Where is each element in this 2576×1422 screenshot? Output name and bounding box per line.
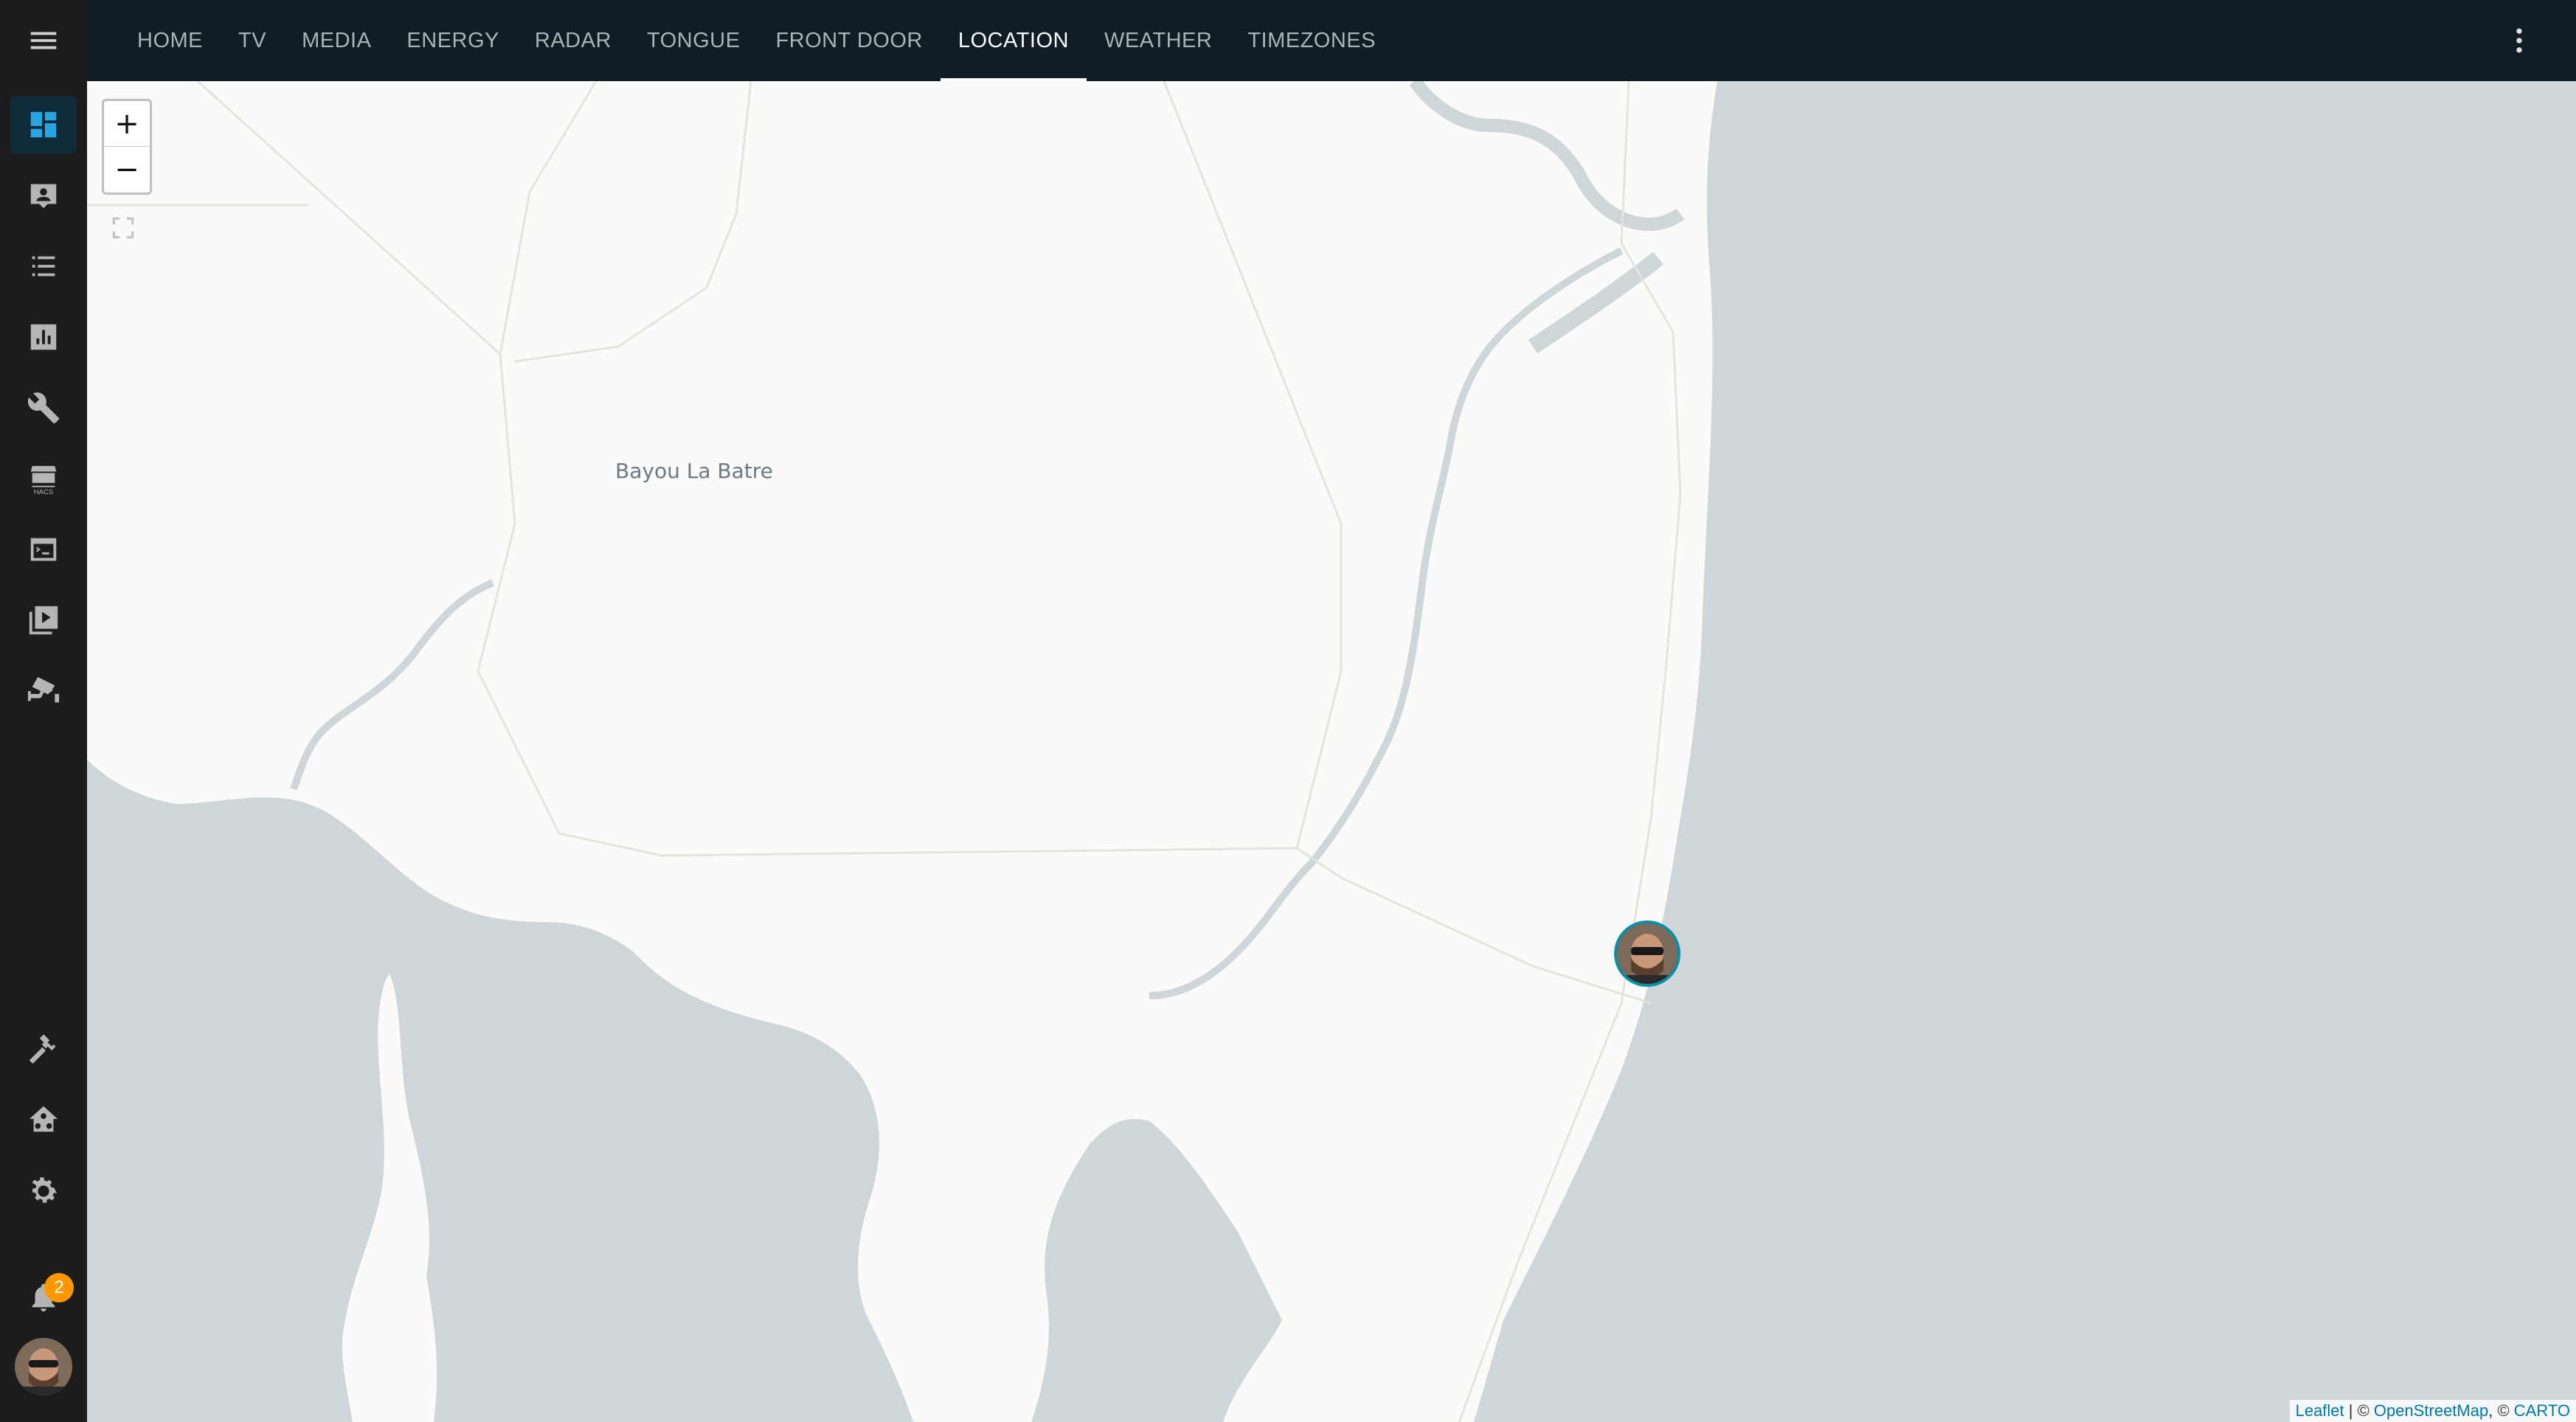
tab-weather[interactable]: WEATHER <box>1087 0 1230 81</box>
sidebar-item-developer-tools[interactable] <box>0 1018 87 1081</box>
svg-text:HACS: HACS <box>34 488 54 496</box>
sidebar-item-notifications[interactable]: 2 <box>0 1266 87 1329</box>
sidebar-item-tools[interactable] <box>0 376 87 440</box>
overflow-menu-button[interactable] <box>2501 22 2538 59</box>
cctv-icon <box>27 676 60 703</box>
hamburger-menu-icon <box>30 32 57 49</box>
island-landmass <box>342 974 437 1422</box>
sidebar: HACS 2 <box>0 0 88 1422</box>
home-assistant-icon <box>29 1106 58 1132</box>
tab-tongue[interactable]: TONGUE <box>629 0 758 81</box>
sidebar-item-logbook[interactable] <box>0 235 87 298</box>
hammer-icon <box>29 1034 56 1064</box>
tab-radar[interactable]: RADAR <box>517 0 629 81</box>
tab-location[interactable]: LOCATION <box>940 0 1087 81</box>
sidebar-item-hacs[interactable]: HACS <box>0 447 87 510</box>
place-label: Bayou La Batre <box>615 459 773 483</box>
osm-link[interactable]: OpenStreetMap <box>2374 1401 2488 1420</box>
sidebar-item-terminal[interactable] <box>0 518 87 581</box>
leaflet-link[interactable]: Leaflet <box>2296 1401 2344 1420</box>
map-tiles[interactable] <box>87 81 2576 1422</box>
play-box-multiple-icon <box>29 606 58 635</box>
carto-link[interactable]: CARTO <box>2514 1401 2570 1420</box>
person-marker[interactable] <box>1614 920 1680 987</box>
hacs-store-icon: HACS <box>30 465 57 496</box>
avatar-icon <box>15 1338 72 1395</box>
account-box-icon <box>30 184 57 209</box>
tab-tv[interactable]: TV <box>221 0 284 81</box>
tab-front-door[interactable]: FRONT DOOR <box>758 0 940 81</box>
top-toolbar: HOME TV MEDIA ENERGY RADAR TONGUE FRONT … <box>87 0 2576 81</box>
map-view[interactable]: + − Bayou La Batre Leaflet | © OpenStree… <box>87 81 2576 1422</box>
user-avatar[interactable] <box>15 1338 72 1395</box>
tab-energy[interactable]: ENERGY <box>389 0 516 81</box>
sidebar-item-frigate[interactable] <box>0 659 87 723</box>
zoom-in-button[interactable]: + <box>104 101 150 147</box>
wrench-icon <box>27 392 60 424</box>
zoom-out-button[interactable]: − <box>104 147 150 192</box>
attribution-separator: , © <box>2488 1401 2514 1420</box>
sidebar-item-settings[interactable] <box>0 1159 87 1223</box>
dashboard-icon <box>30 111 57 138</box>
sidebar-item-overview[interactable] <box>0 93 87 156</box>
fullscreen-icon[interactable] <box>109 214 137 242</box>
sidebar-item-media[interactable] <box>0 589 87 652</box>
tab-media[interactable]: MEDIA <box>284 0 389 81</box>
menu-button[interactable] <box>0 9 87 72</box>
dashboard-tabs: HOME TV MEDIA ENERGY RADAR TONGUE FRONT … <box>120 0 1393 81</box>
attribution-separator: | © <box>2344 1401 2374 1420</box>
zoom-control: + − <box>102 99 152 195</box>
sidebar-item-history[interactable] <box>0 305 87 369</box>
sidebar-item-home-assistant[interactable] <box>0 1089 87 1152</box>
person-avatar-icon <box>1617 923 1677 984</box>
tab-timezones[interactable]: TIMEZONES <box>1230 0 1393 81</box>
format-list-bulleted-icon <box>32 256 55 277</box>
console-icon <box>30 538 57 561</box>
chart-box-icon <box>30 324 57 350</box>
cog-icon <box>32 1177 58 1203</box>
notification-badge: 2 <box>44 1273 74 1303</box>
sidebar-item-map[interactable] <box>0 164 87 227</box>
tab-home[interactable]: HOME <box>120 0 221 81</box>
dots-vertical-icon <box>2516 28 2522 53</box>
map-attribution: Leaflet | © OpenStreetMap, © CARTO <box>2289 1400 2576 1422</box>
